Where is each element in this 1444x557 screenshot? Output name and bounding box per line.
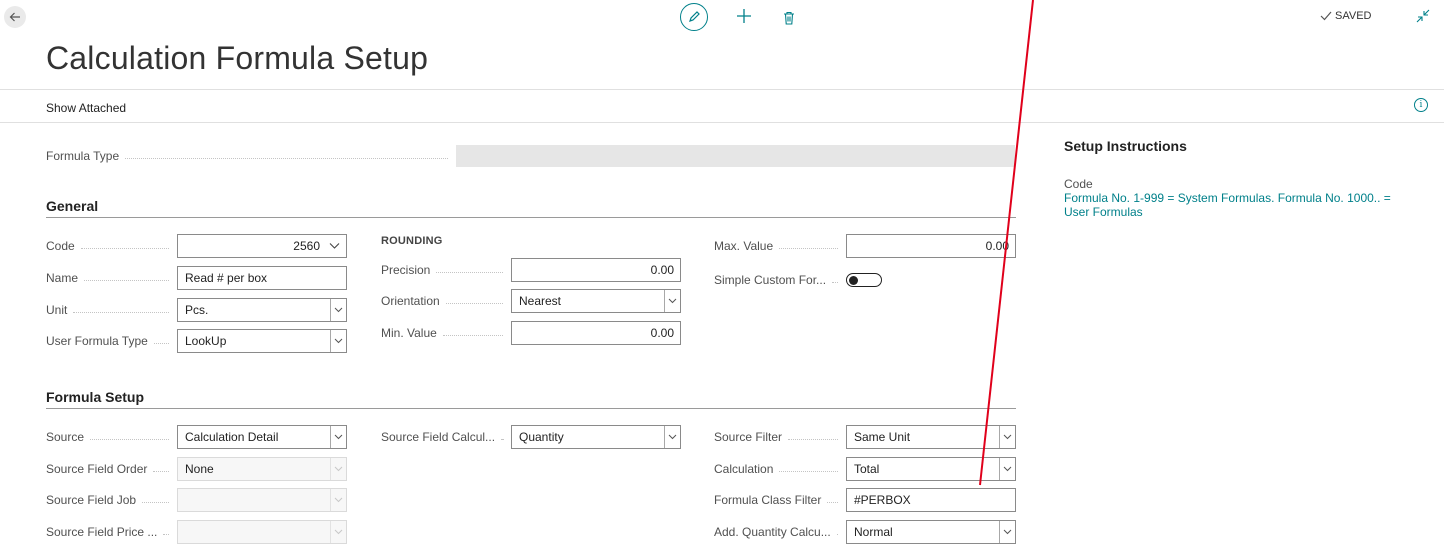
formula-type-label: Formula Type xyxy=(46,144,456,168)
simple-custom-formula-label: Simple Custom For... xyxy=(714,268,846,292)
collapse-icon xyxy=(1416,9,1430,23)
source-field-job-select[interactable] xyxy=(177,488,347,512)
factbox-instructions-text: Formula No. 1-999 = System Formulas. For… xyxy=(1064,191,1391,219)
calculation-select[interactable]: Total xyxy=(846,457,1016,481)
collapse-button[interactable] xyxy=(1415,8,1433,26)
chevron-down-icon[interactable] xyxy=(329,242,340,250)
factbox-title: Setup Instructions xyxy=(1064,138,1187,154)
source-field-order-select[interactable]: None xyxy=(177,457,347,481)
formula-class-filter-label: Formula Class Filter xyxy=(714,488,846,512)
simple-custom-formula-toggle[interactable] xyxy=(846,273,882,287)
new-button[interactable] xyxy=(734,4,754,28)
rounding-caption: ROUNDING xyxy=(381,235,443,247)
add-quantity-calcu-label: Add. Quantity Calcu... xyxy=(714,520,846,544)
check-icon xyxy=(1320,11,1332,21)
min-value-label: Min. Value xyxy=(381,321,511,345)
min-value-field[interactable]: 0.00 xyxy=(511,321,681,345)
orientation-label: Orientation xyxy=(381,289,511,313)
chevron-down-icon[interactable] xyxy=(330,458,346,480)
chevron-down-icon[interactable] xyxy=(330,489,346,511)
unit-label: Unit xyxy=(46,298,177,322)
name-field[interactable]: Read # per box xyxy=(177,266,347,290)
source-label: Source xyxy=(46,425,177,449)
formula-class-filter-field[interactable]: #PERBOX xyxy=(846,488,1016,512)
general-section-rule xyxy=(46,217,1016,218)
precision-label: Precision xyxy=(381,258,511,282)
factbox-caption: Code xyxy=(1064,177,1093,191)
info-icon[interactable]: i xyxy=(1414,98,1428,112)
source-filter-select[interactable]: Same Unit xyxy=(846,425,1016,449)
add-quantity-calcu-select[interactable]: Normal xyxy=(846,520,1016,544)
max-value-field[interactable]: 0.00 xyxy=(846,234,1016,258)
chevron-down-icon[interactable] xyxy=(999,426,1015,448)
code-label: Code xyxy=(46,234,177,258)
chevron-down-icon[interactable] xyxy=(664,290,680,312)
chevron-down-icon[interactable] xyxy=(330,521,346,543)
name-label: Name xyxy=(46,266,177,290)
edit-button[interactable] xyxy=(680,3,708,31)
formula-setup-section-rule xyxy=(46,408,1016,409)
formula-type-field[interactable] xyxy=(456,145,1015,167)
code-field[interactable]: 2560 xyxy=(177,234,347,258)
source-field-job-label: Source Field Job xyxy=(46,488,177,512)
user-formula-type-select[interactable]: LookUp xyxy=(177,329,347,353)
saved-status: SAVED xyxy=(1320,10,1371,22)
trash-icon xyxy=(784,11,794,25)
source-field-calcul-label: Source Field Calcul... xyxy=(381,425,511,449)
plus-icon xyxy=(737,9,751,23)
calculation-label: Calculation xyxy=(714,457,846,481)
chevron-down-icon[interactable] xyxy=(330,299,346,321)
formula-setup-section-title[interactable]: Formula Setup xyxy=(46,389,144,405)
source-field-order-label: Source Field Order xyxy=(46,457,177,481)
chevron-down-icon[interactable] xyxy=(330,426,346,448)
precision-field[interactable]: 0.00 xyxy=(511,258,681,282)
source-select[interactable]: Calculation Detail xyxy=(177,425,347,449)
delete-button[interactable] xyxy=(780,8,798,28)
chevron-down-icon[interactable] xyxy=(664,426,680,448)
arrow-left-icon xyxy=(9,12,20,22)
chevron-down-icon[interactable] xyxy=(999,521,1015,543)
toggle-knob xyxy=(849,275,858,285)
unit-select[interactable]: Pcs. xyxy=(177,298,347,322)
pencil-icon xyxy=(689,11,700,22)
saved-label: SAVED xyxy=(1335,10,1372,22)
source-field-price-label: Source Field Price ... xyxy=(46,520,177,544)
max-value-label: Max. Value xyxy=(714,234,846,258)
source-filter-label: Source Filter xyxy=(714,425,846,449)
orientation-select[interactable]: Nearest xyxy=(511,289,681,313)
user-formula-type-label: User Formula Type xyxy=(46,329,177,353)
chevron-down-icon[interactable] xyxy=(330,330,346,352)
chevron-down-icon[interactable] xyxy=(999,458,1015,480)
source-field-calcul-select[interactable]: Quantity xyxy=(511,425,681,449)
back-button[interactable] xyxy=(4,6,26,28)
action-bar xyxy=(0,89,1444,123)
page-title: Calculation Formula Setup xyxy=(46,40,429,76)
source-field-price-select[interactable] xyxy=(177,520,347,544)
general-section-title[interactable]: General xyxy=(46,198,98,214)
show-attached-action[interactable]: Show Attached xyxy=(46,101,126,115)
